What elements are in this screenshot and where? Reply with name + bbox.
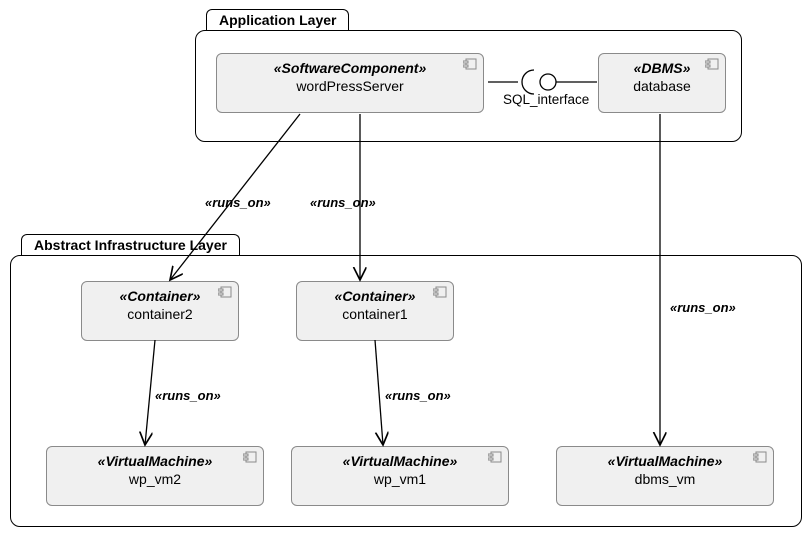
component-icon xyxy=(463,58,477,70)
node-dbms-vm-name: dbms_vm xyxy=(565,471,765,487)
edge-label-sql-interface: SQL_interface xyxy=(503,92,589,107)
infrastructure-layer-title: Abstract Infrastructure Layer xyxy=(21,234,240,255)
node-database-name: database xyxy=(607,78,717,94)
node-container2-stereotype: «Container» xyxy=(90,288,230,304)
node-wp-vm1-name: wp_vm1 xyxy=(300,471,500,487)
node-container1-name: container1 xyxy=(305,306,445,322)
node-container2-name: container2 xyxy=(90,306,230,322)
component-icon xyxy=(218,286,232,298)
node-wp-vm2: «VirtualMachine» wp_vm2 xyxy=(46,446,264,506)
edge-label-runs-on-c2-vm2: «runs_on» xyxy=(155,388,221,403)
edge-label-runs-on-wp-c1: «runs_on» xyxy=(310,195,376,210)
node-wp-vm1-stereotype: «VirtualMachine» xyxy=(300,453,500,469)
component-icon xyxy=(488,451,502,463)
node-wordpress: «SoftwareComponent» wordPressServer xyxy=(216,53,484,113)
node-wordpress-stereotype: «SoftwareComponent» xyxy=(225,60,475,76)
node-dbms-vm: «VirtualMachine» dbms_vm xyxy=(556,446,774,506)
node-wp-vm2-name: wp_vm2 xyxy=(55,471,255,487)
node-wordpress-name: wordPressServer xyxy=(225,78,475,94)
component-icon xyxy=(753,451,767,463)
edge-label-runs-on-wp-c2: «runs_on» xyxy=(205,195,271,210)
edge-label-runs-on-c1-vm1: «runs_on» xyxy=(385,388,451,403)
node-wp-vm2-stereotype: «VirtualMachine» xyxy=(55,453,255,469)
node-container2: «Container» container2 xyxy=(81,281,239,341)
node-wp-vm1: «VirtualMachine» wp_vm1 xyxy=(291,446,509,506)
node-dbms-vm-stereotype: «VirtualMachine» xyxy=(565,453,765,469)
component-icon xyxy=(243,451,257,463)
component-icon xyxy=(433,286,447,298)
node-database-stereotype: «DBMS» xyxy=(607,60,717,76)
application-layer: Application Layer «SoftwareComponent» wo… xyxy=(195,30,742,142)
node-container1: «Container» container1 xyxy=(296,281,454,341)
node-database: «DBMS» database xyxy=(598,53,726,113)
node-container1-stereotype: «Container» xyxy=(305,288,445,304)
edge-label-runs-on-db-vm: «runs_on» xyxy=(670,300,736,315)
component-icon xyxy=(705,58,719,70)
application-layer-title: Application Layer xyxy=(206,9,349,30)
